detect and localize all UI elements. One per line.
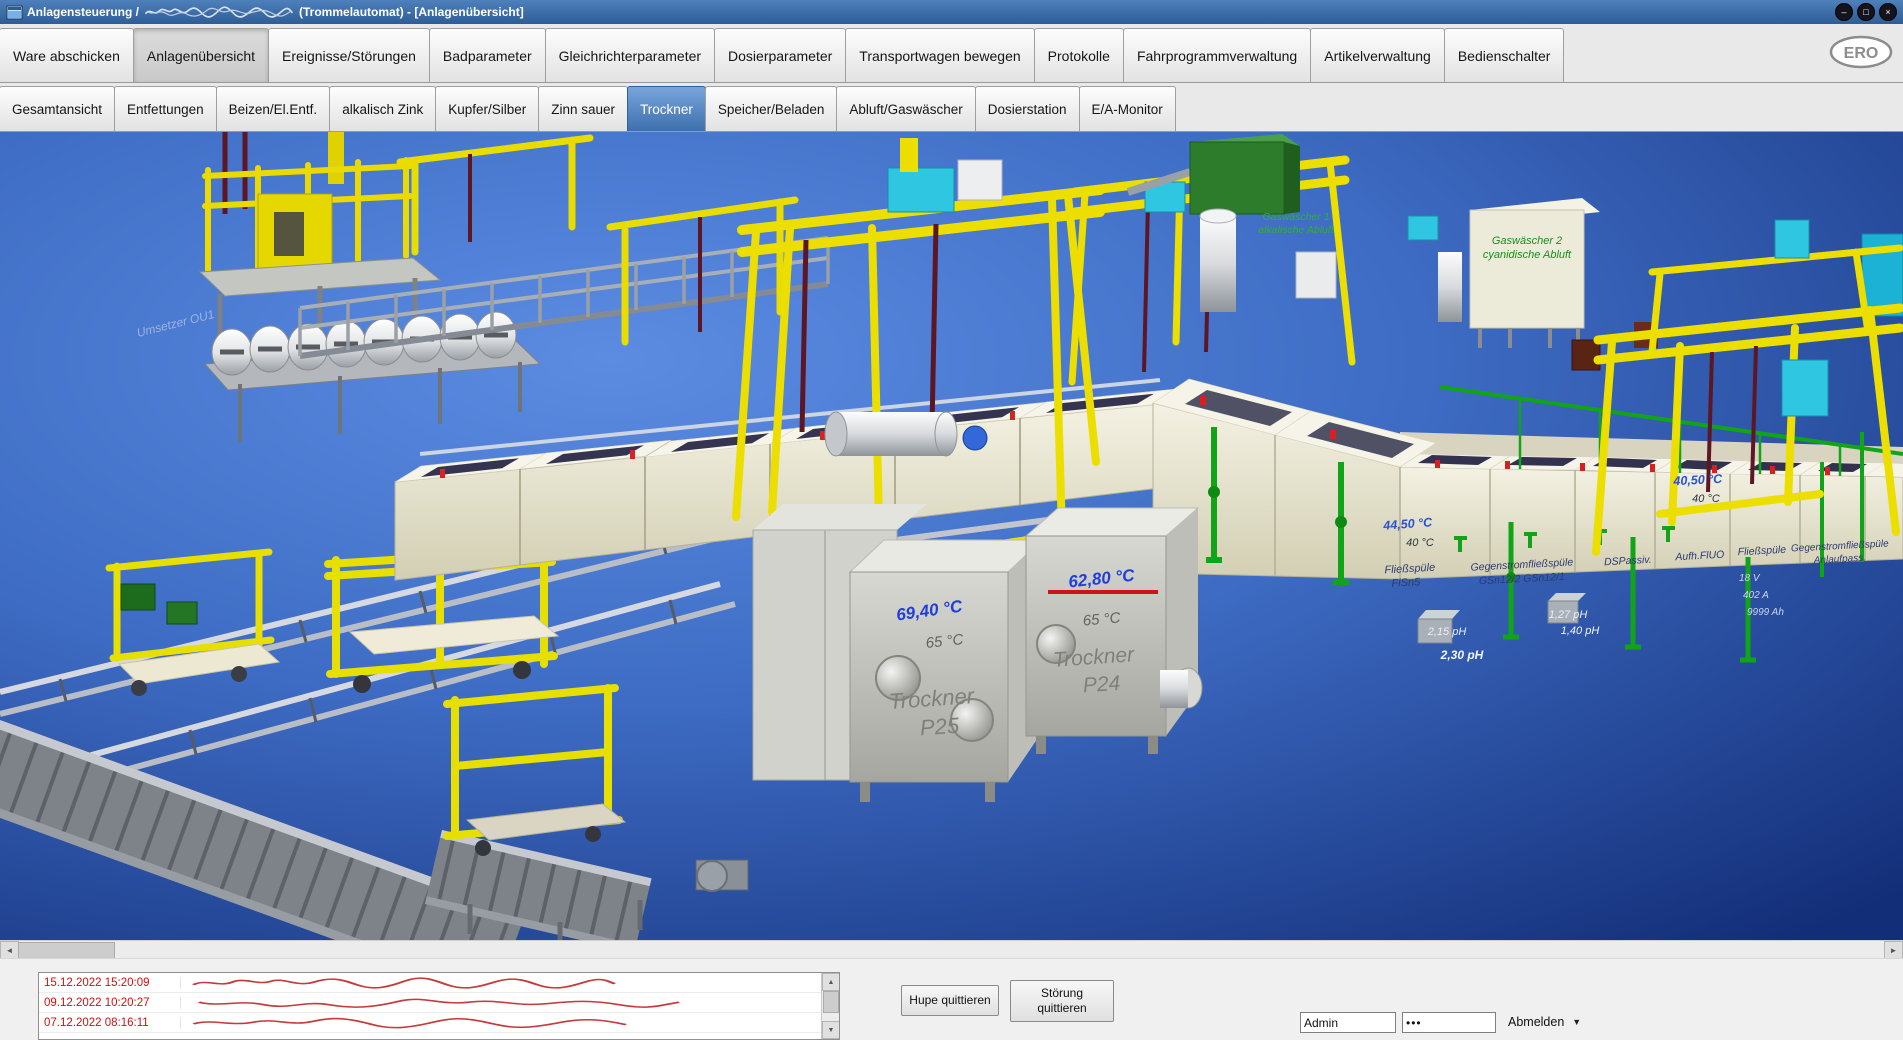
tab-ereignisse-stoerungen[interactable]: Ereignisse/Störungen: [268, 28, 430, 82]
window-controls: – □ ×: [1835, 3, 1897, 21]
tab-anlagenuebersicht[interactable]: Anlagenübersicht: [133, 28, 269, 82]
tab-bedienschalter[interactable]: Bedienschalter: [1444, 28, 1565, 82]
log-row-empty: [39, 1033, 822, 1040]
subtab-kupfer-silber[interactable]: Kupfer/Silber: [435, 86, 539, 131]
password-field[interactable]: [1402, 1012, 1496, 1033]
tab-gleichrichterparameter[interactable]: Gleichrichterparameter: [545, 28, 715, 82]
tank-group1-set-temp: 40 °C: [1406, 537, 1434, 549]
subtab-entfettungen[interactable]: Entfettungen: [114, 86, 217, 131]
ph-label-1: 2,15 pH: [1427, 626, 1467, 638]
event-log-rows: 15.12.2022 15:20:09 09.12.2022 10:20:27: [39, 973, 822, 1039]
tab-fahrprogrammverwaltung[interactable]: Fahrprogrammverwaltung: [1123, 28, 1311, 82]
logout-label: Abmelden: [1508, 1015, 1564, 1029]
scroll-up-icon[interactable]: ▲: [822, 973, 840, 991]
dryer2-alarm-bar: [1048, 590, 1158, 594]
subtab-gesamtansicht[interactable]: Gesamtansicht: [0, 86, 115, 131]
bottom-panel: 15.12.2022 15:20:09 09.12.2022 10:20:27: [0, 958, 1903, 1040]
subtab-beizen-el-entf[interactable]: Beizen/El.Entf.: [216, 86, 331, 131]
redacted-log-message: [189, 997, 689, 1009]
redacted-log-message: [189, 1017, 649, 1029]
event-log-list[interactable]: 15.12.2022 15:20:09 09.12.2022 10:20:27: [38, 972, 840, 1040]
acknowledge-horn-button[interactable]: Hupe quittieren: [901, 985, 999, 1016]
log-row[interactable]: 15.12.2022 15:20:09: [39, 973, 822, 993]
subtab-trockner[interactable]: Trockner: [627, 86, 706, 131]
ph-label-3: 1,27 pH: [1549, 609, 1588, 621]
redacted-log-message: [189, 977, 619, 989]
log-message: [181, 977, 822, 989]
logout-control[interactable]: Abmelden ▼: [1508, 1015, 1581, 1029]
login-area: Abmelden ▼: [1603, 959, 1903, 1040]
tank3-label: DSPassiv.: [1604, 554, 1652, 568]
log-scrollbar-thumb[interactable]: [823, 991, 839, 1013]
sub-tab-bar: Gesamtansicht Entfettungen Beizen/El.Ent…: [0, 83, 1903, 132]
log-row[interactable]: 07.12.2022 08:16:11: [39, 1013, 822, 1033]
maximize-button-icon[interactable]: □: [1857, 3, 1875, 21]
window-title: Anlagensteuerung / (Trommelautomat) - [A…: [27, 5, 1835, 19]
horizontal-scrollbar[interactable]: ◄ ►: [0, 940, 1903, 958]
ph-label-2: 2,30 pH: [1440, 648, 1484, 662]
close-button-icon[interactable]: ×: [1879, 3, 1897, 21]
dryer1-name-line2: P25: [919, 713, 961, 741]
window-title-prefix: Anlagensteuerung /: [27, 5, 139, 19]
minimize-button-icon[interactable]: –: [1835, 3, 1853, 21]
log-timestamp: 07.12.2022 08:16:11: [39, 1017, 181, 1029]
tank1-label-line2: FlSn5: [1391, 576, 1421, 590]
tank-group2-actual-temp: 40,50 °C: [1672, 472, 1723, 489]
rectifier-current: 402 A: [1743, 590, 1769, 601]
scrubber1-label-line2: alkalische Abluft: [1258, 224, 1335, 236]
rectifier-voltage: 18 V: [1739, 573, 1761, 584]
tab-transportwagen-bewegen[interactable]: Transportwagen bewegen: [845, 28, 1034, 82]
tab-artikelverwaltung[interactable]: Artikelverwaltung: [1310, 28, 1445, 82]
ero-logo-text: ERO: [1844, 45, 1879, 62]
subtab-dosierstation[interactable]: Dosierstation: [975, 86, 1080, 131]
tank5-label: Fließspüle: [1737, 544, 1786, 559]
tab-ware-abschicken[interactable]: Ware abschicken: [0, 28, 134, 82]
subtab-ea-monitor[interactable]: E/A-Monitor: [1079, 86, 1176, 131]
ero-logo: ERO: [1829, 35, 1893, 69]
log-timestamp: 09.12.2022 10:20:27: [39, 997, 181, 1009]
window-title-suffix: (Trommelautomat) - [Anlagenübersicht]: [299, 5, 524, 19]
tab-protokolle[interactable]: Protokolle: [1034, 28, 1124, 82]
log-message: [181, 1017, 822, 1029]
log-timestamp: 15.12.2022 15:20:09: [39, 977, 181, 989]
scrubber1-label-line1: Gaswäscher 1: [1262, 211, 1329, 223]
subtab-alkalisch-zink[interactable]: alkalisch Zink: [329, 86, 436, 131]
tab-dosierparameter[interactable]: Dosierparameter: [714, 28, 846, 82]
dryer-p24[interactable]: [1026, 508, 1202, 754]
log-vertical-scrollbar[interactable]: ▲ ▼: [821, 973, 839, 1039]
plant-3d-view[interactable]: Umsetzer OU1 Gaswäscher 1 alkalische Abl…: [0, 132, 1903, 940]
rectifier-charge: 9999 Ah: [1747, 607, 1784, 618]
pump-unit: [963, 426, 987, 450]
ph-label-4: 1,40 pH: [1561, 625, 1600, 637]
horizontal-scrollbar-thumb[interactable]: [18, 942, 115, 959]
application-window: Anlagensteuerung / (Trommelautomat) - [A…: [0, 0, 1903, 1040]
scrubber2-label-line1: Gaswäscher 2: [1492, 235, 1562, 247]
chevron-down-icon: ▼: [1572, 1017, 1581, 1027]
subtab-abluft-gaswaescher[interactable]: Abluft/Gaswäscher: [836, 86, 975, 131]
log-row[interactable]: 09.12.2022 10:20:27: [39, 993, 822, 1013]
log-message: [181, 997, 822, 1009]
title-bar: Anlagensteuerung / (Trommelautomat) - [A…: [0, 0, 1903, 24]
username-field[interactable]: [1300, 1012, 1396, 1033]
subtab-zinn-sauer[interactable]: Zinn sauer: [538, 86, 628, 131]
dryer-p25[interactable]: [850, 540, 1042, 802]
tab-badparameter[interactable]: Badparameter: [429, 28, 546, 82]
scroll-down-icon[interactable]: ▼: [822, 1021, 840, 1039]
app-icon: [6, 5, 23, 20]
acknowledge-fault-button[interactable]: Störung quittieren: [1010, 980, 1114, 1022]
tank-group2-set-temp: 40 °C: [1692, 493, 1720, 505]
hoisted-drum: [825, 412, 957, 456]
main-tab-bar: Ware abschicken Anlagenübersicht Ereigni…: [0, 24, 1903, 83]
dryer2-name-line2: P24: [1082, 672, 1121, 698]
redacted-plant-name: [144, 6, 294, 18]
scrubber2-label-line2: cyanidische Abluft: [1483, 249, 1572, 261]
dryer2-set-temp: 65 °C: [1082, 609, 1121, 629]
subtab-speicher-beladen[interactable]: Speicher/Beladen: [705, 86, 838, 131]
